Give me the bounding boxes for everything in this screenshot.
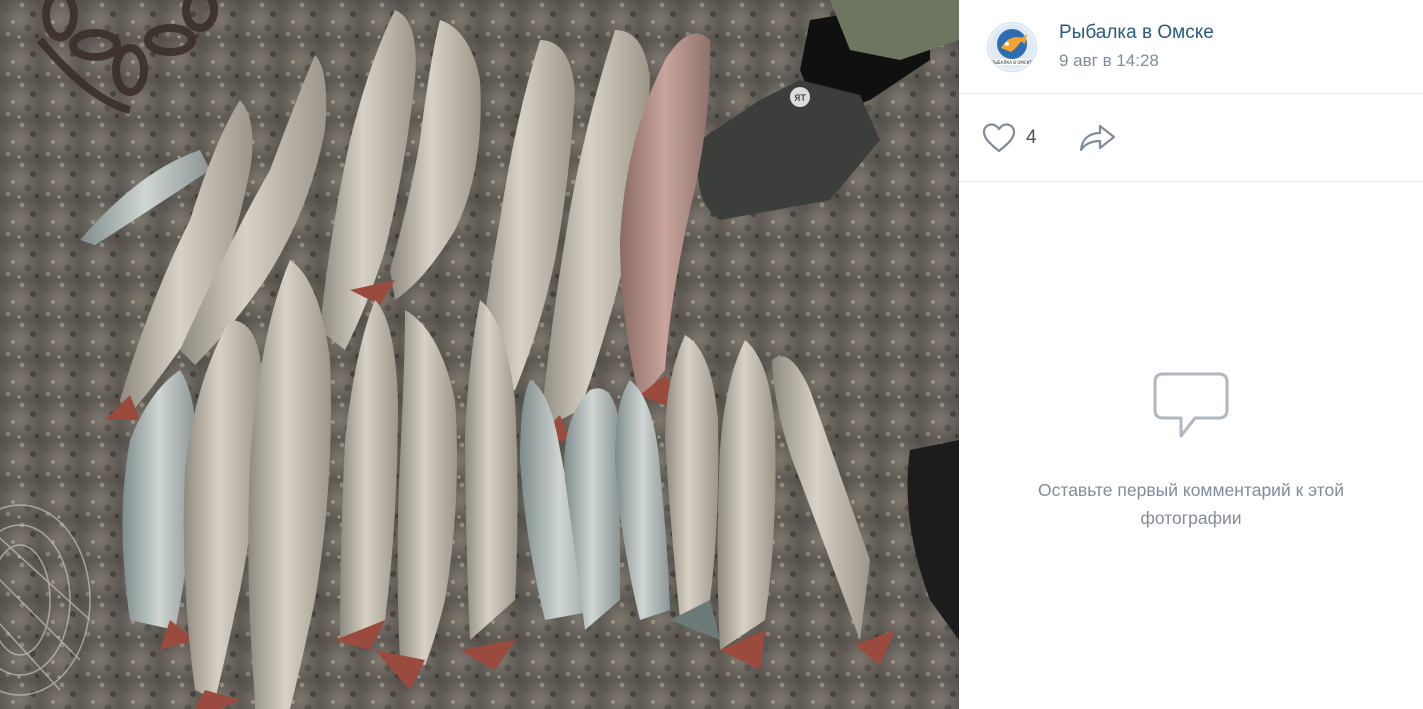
post-date-link[interactable]: 9 авг в 14:28 <box>1059 49 1214 73</box>
share-button[interactable] <box>1079 123 1117 153</box>
post-actions: 4 <box>959 94 1423 182</box>
heart-icon <box>982 122 1016 152</box>
fishing-club-logo-icon: РЫБАЛКА В ОМСКЕ <box>990 24 1034 69</box>
photo-viewer: ЯТ РЫБАЛКА В ОМСКЕ Рыбалка в Омске 9 авг… <box>0 0 1423 709</box>
svg-text:РЫБАЛКА В ОМСКЕ: РЫБАЛКА В ОМСКЕ <box>992 60 1033 65</box>
comments-section: Оставьте первый комментарий к этой фотог… <box>959 182 1423 709</box>
author-block: Рыбалка в Омске 9 авг в 14:28 <box>1059 21 1214 73</box>
empty-comments-text: Оставьте первый комментарий к этой фотог… <box>1038 480 1344 528</box>
author-name-link[interactable]: Рыбалка в Омске <box>1059 21 1214 45</box>
photo[interactable]: ЯТ <box>0 0 959 709</box>
side-panel: РЫБАЛКА В ОМСКЕ Рыбалка в Омске 9 авг в … <box>959 0 1423 709</box>
svg-text:ЯТ: ЯТ <box>794 94 806 104</box>
like-button[interactable]: 4 <box>981 122 1037 154</box>
speech-bubble-icon <box>1153 372 1229 438</box>
share-arrow-icon <box>1079 124 1115 151</box>
like-count: 4 <box>1026 126 1037 148</box>
photo-image: ЯТ <box>0 0 959 709</box>
avatar[interactable]: РЫБАЛКА В ОМСКЕ <box>987 21 1037 72</box>
post-header: РЫБАЛКА В ОМСКЕ Рыбалка в Омске 9 авг в … <box>959 0 1423 94</box>
